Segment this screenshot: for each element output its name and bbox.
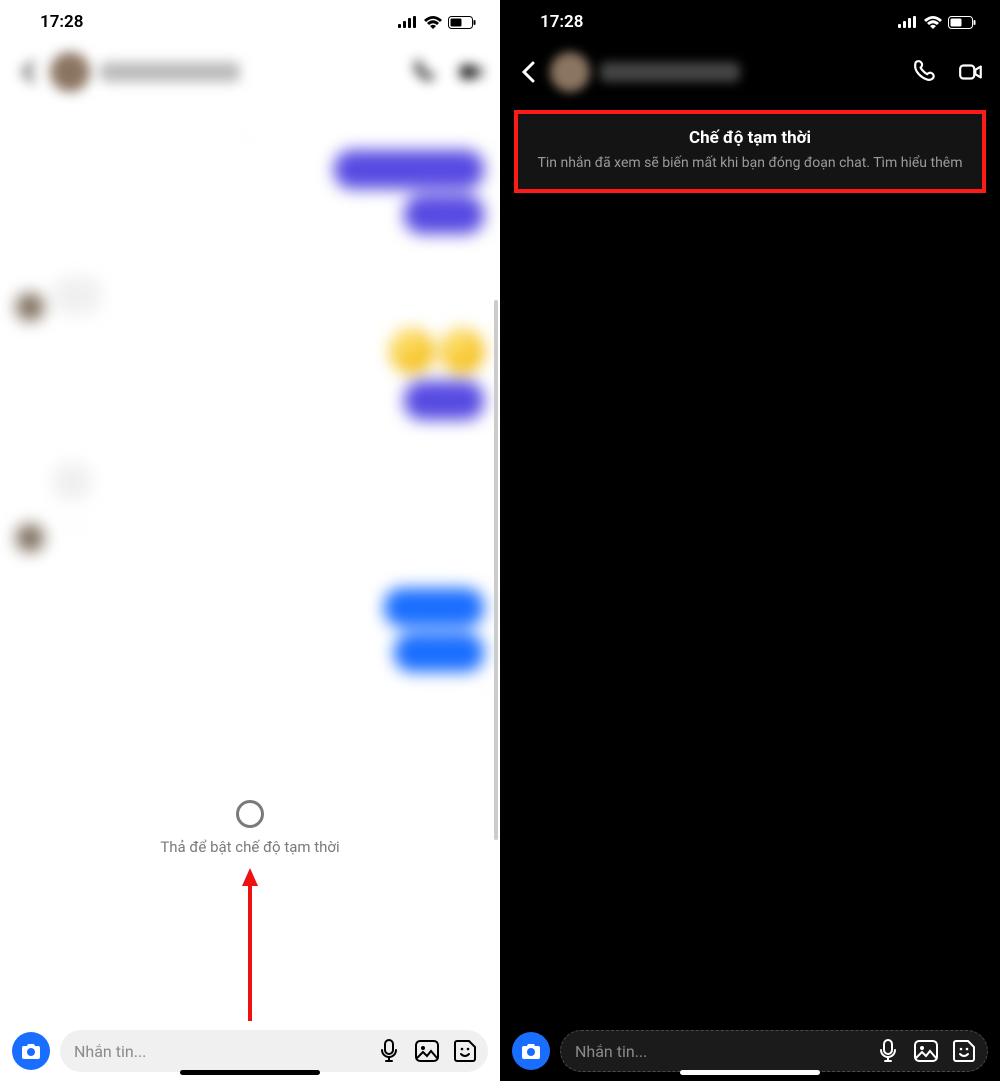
annotation-highlight-box: Chế độ tạm thời Tin nhắn đã xem sẽ biến …	[514, 110, 986, 193]
sender-avatar	[16, 524, 44, 552]
vanish-banner-text: Tin nhắn đã xem sẽ biến mất khi bạn đóng…	[538, 155, 874, 171]
video-icon[interactable]	[458, 59, 484, 85]
mic-icon	[879, 1039, 897, 1063]
timestamp: ·	[16, 128, 484, 142]
cellular-icon	[898, 16, 918, 28]
vanish-mode-banner: Chế độ tạm thời Tin nhắn đã xem sẽ biến …	[518, 114, 982, 189]
contact-name[interactable]	[600, 62, 740, 82]
status-bar: 17:28	[0, 0, 500, 44]
wifi-icon	[424, 16, 442, 29]
message-input[interactable]: Nhắn tin...	[560, 1030, 988, 1072]
sticker-button[interactable]	[452, 1038, 478, 1064]
voice-button[interactable]	[875, 1038, 901, 1064]
battery-icon	[948, 16, 976, 29]
camera-icon	[21, 1042, 41, 1060]
status-time: 17:28	[40, 12, 83, 32]
emoji-reaction	[390, 329, 434, 373]
contact-avatar[interactable]	[50, 52, 90, 92]
call-icon[interactable]	[912, 59, 938, 85]
vanish-prompt-text: Thả để bật chế độ tạm thời	[160, 838, 339, 856]
status-time: 17:28	[540, 12, 583, 32]
image-icon	[415, 1040, 439, 1062]
scrollbar[interactable]	[494, 300, 498, 840]
camera-icon	[521, 1042, 541, 1060]
vanish-banner-title: Chế độ tạm thời	[536, 128, 964, 148]
contact-avatar[interactable]	[550, 52, 590, 92]
sticker-button[interactable]	[951, 1038, 977, 1064]
chat-body-empty	[500, 203, 1000, 1021]
vanish-mode-prompt: Thả để bật chế độ tạm thời	[0, 800, 500, 856]
message-out: ·	[394, 633, 484, 672]
image-icon	[914, 1040, 938, 1062]
chat-body: · · · · · · ·· · ·	[0, 100, 500, 1021]
blurred-messages: · · · · · · ·· · ·	[0, 100, 500, 1021]
chat-header	[0, 44, 500, 100]
message-placeholder: Nhắn tin...	[74, 1042, 364, 1061]
message-out: ·	[404, 195, 484, 234]
message-out: ·	[334, 150, 484, 189]
message-out: ·	[404, 381, 484, 420]
home-indicator[interactable]	[680, 1070, 820, 1075]
vanish-banner-subtitle: Tin nhắn đã xem sẽ biến mất khi bạn đóng…	[536, 154, 964, 173]
seen-indicator: ·	[16, 680, 484, 694]
loading-ring-icon	[236, 800, 264, 828]
status-icons	[398, 16, 476, 29]
chat-header	[500, 44, 1000, 100]
screen-normal-mode: 17:28 · · · ·	[0, 0, 500, 1081]
back-button[interactable]	[16, 60, 40, 84]
sticker-icon	[453, 1039, 477, 1063]
video-icon[interactable]	[958, 59, 984, 85]
gallery-button[interactable]	[414, 1038, 440, 1064]
contact-name[interactable]	[100, 62, 240, 82]
message-in: ·	[52, 276, 102, 315]
battery-icon	[448, 16, 476, 29]
camera-button[interactable]	[512, 1032, 550, 1070]
message-in: ·	[52, 462, 92, 501]
home-indicator[interactable]	[180, 1070, 320, 1075]
voice-button[interactable]	[376, 1038, 402, 1064]
screen-vanish-mode: 17:28 Chế độ tạm thời Tin nhắn đã xem sẽ…	[500, 0, 1000, 1081]
wifi-icon	[924, 16, 942, 29]
gallery-button[interactable]	[913, 1038, 939, 1064]
message-in: ··	[52, 507, 118, 546]
cellular-icon	[398, 16, 418, 28]
camera-button[interactable]	[12, 1032, 50, 1070]
sticker-icon	[952, 1039, 976, 1063]
back-button[interactable]	[516, 60, 540, 84]
learn-more-link[interactable]: Tìm hiểu thêm	[873, 155, 962, 171]
status-bar: 17:28	[500, 0, 1000, 44]
message-out: ·	[384, 588, 484, 627]
call-icon[interactable]	[412, 59, 438, 85]
mic-icon	[380, 1039, 398, 1063]
status-icons	[898, 16, 976, 29]
message-input[interactable]: Nhắn tin...	[60, 1030, 488, 1072]
message-placeholder: Nhắn tin...	[575, 1042, 863, 1061]
emoji-reaction	[440, 329, 484, 373]
sender-avatar	[16, 293, 44, 321]
